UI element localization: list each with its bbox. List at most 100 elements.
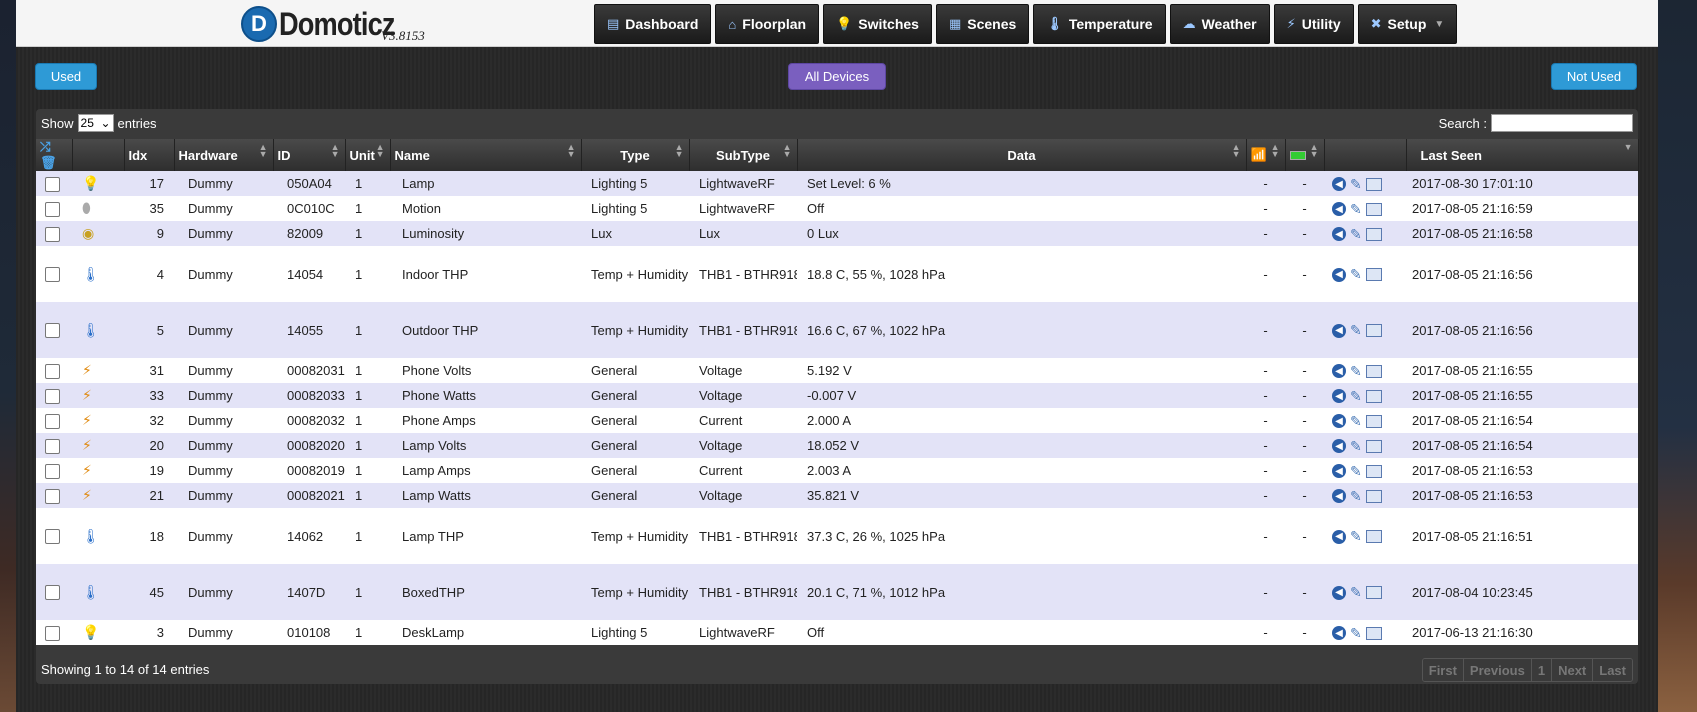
table-row[interactable]: 💡 17 Dummy 050A04 1 Lamp Lighting 5 LightwaveRF… <box>36 171 1638 196</box>
entries-select[interactable]: 25 ⌄ <box>77 114 114 132</box>
log-icon[interactable] <box>1365 202 1382 216</box>
all-devices-button[interactable]: All Devices <box>788 63 886 90</box>
table-row[interactable]: 💡 3 Dummy 010108 1 DeskLamp Lighting 5 Lightwav… <box>36 620 1638 645</box>
bulb-on-icon[interactable]: 💡 <box>82 175 99 192</box>
voltage-icon[interactable]: ⚡ <box>82 437 92 454</box>
nav-floorplan-button[interactable]: ⌂ Floorplan <box>715 4 820 44</box>
thermometer-icon[interactable]: 🌡 <box>82 584 100 601</box>
table-row[interactable]: ⚡ 20 Dummy 00082020 1 Lamp Volts General Voltag… <box>36 433 1638 458</box>
nav-setup-button[interactable]: ✖ Setup ▼ <box>1357 4 1458 44</box>
column-header-signal[interactable]: 📶 ▲ ▼ <box>1246 139 1286 171</box>
motion-icon[interactable]: ⬮ <box>82 200 91 217</box>
replace-icon[interactable]: ◀ <box>1332 177 1346 191</box>
search-input[interactable] <box>1491 114 1633 132</box>
log-icon[interactable] <box>1365 324 1382 337</box>
log-icon[interactable] <box>1365 586 1382 599</box>
edit-icon[interactable]: ✎ <box>1350 201 1362 218</box>
replace-icon[interactable]: ◀ <box>1332 267 1346 282</box>
column-header-idx[interactable]: Idx <box>124 139 175 171</box>
voltage-icon[interactable]: ⚡ <box>82 487 92 504</box>
edit-icon[interactable]: ✎ <box>1350 413 1362 430</box>
table-row[interactable]: ⚡ 21 Dummy 00082021 1 Lamp Watts General Voltag… <box>36 483 1638 508</box>
replace-icon[interactable]: ◀ <box>1332 439 1346 453</box>
edit-icon[interactable]: ✎ <box>1350 322 1362 339</box>
edit-icon[interactable]: ✎ <box>1350 528 1362 545</box>
table-row[interactable]: ⚡ 19 Dummy 00082019 1 Lamp Amps General Current… <box>36 458 1638 483</box>
row-checkbox[interactable] <box>45 463 60 479</box>
edit-icon[interactable]: ✎ <box>1350 388 1362 405</box>
pager-last-button[interactable]: Last <box>1593 659 1632 681</box>
lux-icon[interactable]: ◉ <box>82 225 94 242</box>
column-header-last-seen[interactable]: Last Seen ▼ <box>1406 139 1639 171</box>
logo[interactable]: D Domoticz V3.8153 <box>241 6 425 43</box>
column-header-data[interactable]: Data ▲ ▼ <box>797 139 1247 171</box>
replace-icon[interactable]: ◀ <box>1332 364 1346 378</box>
edit-icon[interactable]: ✎ <box>1350 266 1362 283</box>
replace-icon[interactable]: ◀ <box>1332 464 1346 478</box>
nav-temperature-button[interactable]: 🌡 Temperature <box>1033 4 1166 44</box>
log-icon[interactable] <box>1365 464 1382 478</box>
voltage-icon[interactable]: ⚡ <box>82 412 92 429</box>
pager-first-button[interactable]: First <box>1422 659 1464 681</box>
replace-icon[interactable]: ◀ <box>1332 227 1346 241</box>
column-header-subtype[interactable]: SubType ▲ ▼ <box>689 139 798 171</box>
column-header-id[interactable]: ID ▲ ▼ <box>273 139 346 171</box>
replace-icon[interactable]: ◀ <box>1332 529 1346 544</box>
row-checkbox[interactable] <box>45 176 60 192</box>
replace-icon[interactable]: ◀ <box>1332 389 1346 403</box>
row-checkbox[interactable] <box>45 585 60 601</box>
thermometer-icon[interactable]: 🌡 <box>82 266 100 283</box>
row-checkbox[interactable] <box>45 267 60 283</box>
pager-next-button[interactable]: Next <box>1552 659 1594 681</box>
edit-icon[interactable]: ✎ <box>1350 176 1362 193</box>
row-checkbox[interactable] <box>45 226 60 242</box>
column-header-unit[interactable]: Unit ▲ ▼ <box>345 139 391 171</box>
replace-icon[interactable]: ◀ <box>1332 489 1346 503</box>
edit-icon[interactable]: ✎ <box>1350 584 1362 601</box>
row-checkbox[interactable] <box>45 363 60 379</box>
nav-switches-button[interactable]: 💡 Switches <box>823 4 932 44</box>
row-checkbox[interactable] <box>45 529 60 545</box>
shuffle-icon[interactable]: ⤮ <box>40 139 50 154</box>
not-used-button[interactable]: Not Used <box>1551 63 1637 90</box>
nav-dashboard-button[interactable]: ▤ Dashboard <box>594 4 712 44</box>
log-icon[interactable] <box>1365 389 1382 403</box>
log-icon[interactable] <box>1365 364 1382 378</box>
pager-1-button[interactable]: 1 <box>1531 659 1553 681</box>
pager-previous-button[interactable]: Previous <box>1463 659 1532 681</box>
log-icon[interactable] <box>1365 414 1382 428</box>
column-header-type[interactable]: Type ▲ ▼ <box>581 139 690 171</box>
nav-scenes-button[interactable]: ▦ Scenes <box>935 4 1030 44</box>
thermometer-icon[interactable]: 🌡 <box>82 528 100 545</box>
edit-icon[interactable]: ✎ <box>1350 625 1362 642</box>
log-icon[interactable] <box>1365 489 1382 503</box>
row-checkbox[interactable] <box>45 388 60 404</box>
edit-icon[interactable]: ✎ <box>1350 226 1362 243</box>
table-row[interactable]: 🌡 5 Dummy 14055 1 Outdoor THP Temp + Humidity … <box>36 302 1638 358</box>
row-checkbox[interactable] <box>45 438 60 454</box>
edit-icon[interactable]: ✎ <box>1350 463 1362 480</box>
row-checkbox[interactable] <box>45 625 60 641</box>
log-icon[interactable] <box>1365 177 1382 191</box>
table-row[interactable]: ⬮ 35 Dummy 0C010C 1 Motion Lighting 5 Lightwave… <box>36 196 1638 221</box>
column-header-hardware[interactable]: Hardware ▲ ▼ <box>174 139 274 171</box>
voltage-icon[interactable]: ⚡ <box>82 362 92 379</box>
replace-icon[interactable]: ◀ <box>1332 626 1346 640</box>
table-row[interactable]: ◉ 9 Dummy 82009 1 Luminosity Lux Lux 0 Lux - - ◀ ✎ 20… <box>36 221 1638 246</box>
edit-icon[interactable]: ✎ <box>1350 438 1362 455</box>
log-icon[interactable] <box>1365 268 1382 281</box>
table-row[interactable]: 🌡 4Dummy140541Indoor THPTemp + Humidity +… <box>36 246 1638 302</box>
row-checkbox[interactable] <box>45 323 60 339</box>
table-row[interactable]: ⚡ 31 Dummy 00082031 1 Phone Volts General Volta… <box>36 358 1638 383</box>
edit-icon[interactable]: ✎ <box>1350 488 1362 505</box>
used-button[interactable]: Used <box>35 63 97 90</box>
trash-icon[interactable]: 🗑 <box>40 155 57 170</box>
voltage-icon[interactable]: ⚡ <box>82 462 92 479</box>
replace-icon[interactable]: ◀ <box>1332 585 1346 600</box>
replace-icon[interactable]: ◀ <box>1332 414 1346 428</box>
table-row[interactable]: ⚡ 33 Dummy 00082033 1 Phone Watts General Volta… <box>36 383 1638 408</box>
nav-weather-button[interactable]: ☁ Weather <box>1169 4 1270 44</box>
thermometer-icon[interactable]: 🌡 <box>82 322 100 339</box>
row-checkbox[interactable] <box>45 201 60 217</box>
log-icon[interactable] <box>1365 530 1382 543</box>
